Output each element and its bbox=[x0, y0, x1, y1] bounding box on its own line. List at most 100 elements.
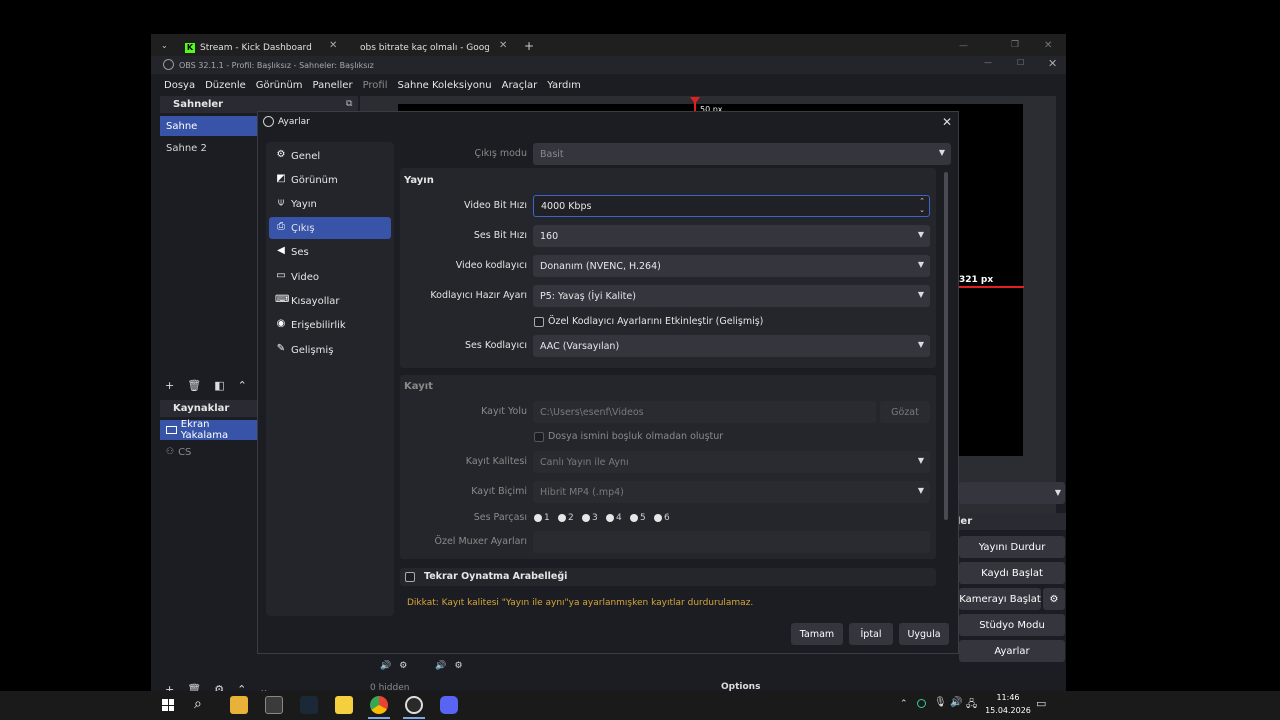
steam-icon[interactable] bbox=[300, 696, 318, 714]
recording-format-select[interactable]: Hibrit MP4 (.mp4) ▼ bbox=[533, 481, 930, 503]
track-label: 3 bbox=[592, 513, 598, 523]
ok-button[interactable]: Tamam bbox=[791, 623, 843, 645]
encoder-preset-select[interactable]: P5: Yavaş (İyi Kalite) ▼ bbox=[533, 285, 930, 307]
studio-mode-button[interactable]: Stüdyo Modu bbox=[959, 614, 1065, 636]
settings-scrollbar[interactable] bbox=[944, 172, 948, 520]
volume-icon[interactable]: 🔊 bbox=[950, 697, 962, 708]
nav-cikis[interactable]: ⎙ Çıkış bbox=[269, 217, 391, 239]
custom-encoder-checkbox[interactable] bbox=[534, 317, 544, 327]
volume-icon[interactable]: 🔊 bbox=[435, 661, 446, 671]
minimize-icon[interactable]: — bbox=[984, 58, 992, 67]
muxer-settings-label: Özel Muxer Ayarları bbox=[434, 536, 528, 547]
menu-gorunum[interactable]: Görünüm bbox=[256, 80, 303, 91]
nav-erisebilirlik[interactable]: ◉ Erişebilirlik bbox=[269, 314, 391, 336]
obs-taskbar-icon[interactable] bbox=[405, 696, 423, 714]
nav-gelismis[interactable]: ✎ Gelişmiş bbox=[269, 339, 391, 361]
file-explorer-icon[interactable] bbox=[230, 696, 248, 714]
clock-time[interactable]: 11:46 bbox=[988, 693, 1028, 702]
spin-arrows-icon[interactable]: ⌃ ⌄ bbox=[919, 197, 925, 215]
apply-button[interactable]: Uygula bbox=[899, 623, 949, 645]
audio-track-3-radio[interactable]: 3 bbox=[582, 513, 598, 523]
settings-button[interactable]: Ayarlar bbox=[959, 640, 1065, 662]
network-icon[interactable]: 🖧 bbox=[966, 697, 977, 714]
gear-icon[interactable]: ⚙ bbox=[455, 661, 463, 671]
video-encoder-select[interactable]: Donanım (NVENC, H.264) ▼ bbox=[533, 255, 930, 277]
menu-duzenle[interactable]: Düzenle bbox=[205, 80, 246, 91]
audio-track-6-radio[interactable]: 6 bbox=[654, 513, 670, 523]
muxer-settings-input[interactable] bbox=[533, 531, 930, 553]
audio-mixer-strip: 🔊 ⚙ 🔊 ⚙ bbox=[360, 656, 780, 676]
tab-list-chevron-icon[interactable]: ⌄ bbox=[161, 41, 168, 50]
notification-icon[interactable]: ▭ bbox=[1036, 697, 1046, 710]
tray-chevron-up-icon[interactable]: ⌃ bbox=[900, 699, 908, 709]
video-encoder-value: Donanım (NVENC, H.264) bbox=[540, 260, 661, 272]
scene-item-sahne-2[interactable]: Sahne 2 bbox=[160, 138, 258, 158]
recording-path-input[interactable]: C:\Users\esenf\Videos bbox=[533, 401, 876, 423]
recording-quality-select[interactable]: Canlı Yayın ile Aynı ▼ bbox=[533, 451, 930, 473]
windows-start-icon[interactable] bbox=[162, 699, 174, 711]
trash-icon[interactable]: 🗑 bbox=[187, 379, 201, 392]
no-space-filename-checkbox[interactable] bbox=[534, 432, 544, 442]
close-tab-icon[interactable]: ✕ bbox=[329, 40, 337, 51]
transition-select[interactable]: ▼ bbox=[959, 482, 1065, 504]
close-tab-icon[interactable]: ✕ bbox=[499, 40, 507, 51]
nav-ses[interactable]: ◀ Ses bbox=[269, 241, 391, 263]
source-item-ekran-yakalama[interactable]: Ekran Yakalama bbox=[160, 419, 258, 441]
replay-buffer-checkbox[interactable] bbox=[405, 572, 415, 582]
close-dialog-icon[interactable]: ✕ bbox=[942, 115, 952, 129]
menu-profil[interactable]: Profil bbox=[363, 80, 388, 91]
audio-bitrate-select[interactable]: 160 ▼ bbox=[533, 225, 930, 247]
chrome-icon[interactable] bbox=[370, 696, 388, 714]
nav-genel[interactable]: ⚙ Genel bbox=[269, 145, 391, 167]
menu-yardim[interactable]: Yardım bbox=[547, 80, 581, 91]
discord-icon[interactable] bbox=[440, 696, 458, 714]
browser-tab-kick[interactable]: K Stream - Kick Dashboard bbox=[185, 39, 333, 56]
nav-label: Yayın bbox=[291, 198, 317, 210]
browse-button[interactable]: Gözat bbox=[880, 401, 930, 423]
volume-icon[interactable]: 🔊 bbox=[380, 661, 391, 671]
obs-logo-icon bbox=[263, 116, 274, 127]
menu-sahne-koleksiyonu[interactable]: Sahne Koleksiyonu bbox=[398, 80, 492, 91]
maximize-icon[interactable]: ☐ bbox=[1017, 58, 1024, 67]
stop-streaming-button[interactable]: Yayını Durdur bbox=[959, 536, 1065, 558]
cancel-button[interactable]: İptal bbox=[849, 623, 893, 645]
restore-icon[interactable]: ❐ bbox=[1011, 40, 1019, 50]
start-virtual-camera-button[interactable]: Kamerayı Başlat bbox=[959, 588, 1041, 610]
nav-kisayollar[interactable]: ⌨ Kısayollar bbox=[269, 290, 391, 312]
browser-tab-google[interactable]: obs bitrate kaç olmalı - Google bbox=[355, 39, 489, 56]
output-mode-select[interactable]: Basit ▼ bbox=[533, 143, 951, 165]
audio-track-2-radio[interactable]: 2 bbox=[558, 513, 574, 523]
store-icon[interactable] bbox=[265, 696, 283, 714]
source-item-cs[interactable]: ⚇ CS bbox=[160, 442, 258, 462]
minimize-icon[interactable]: — bbox=[959, 41, 968, 51]
audio-encoder-select[interactable]: AAC (Varsayılan) ▼ bbox=[533, 335, 930, 357]
audio-track-4-radio[interactable]: 4 bbox=[606, 513, 622, 523]
menu-paneller[interactable]: Paneller bbox=[313, 80, 353, 91]
virtual-camera-gear-icon[interactable]: ⚙ bbox=[1043, 588, 1065, 610]
close-window-icon[interactable]: ✕ bbox=[1048, 57, 1057, 70]
add-icon[interactable]: + bbox=[165, 379, 174, 392]
menu-dosya[interactable]: Dosya bbox=[164, 80, 195, 91]
nav-yayin[interactable]: ⍦ Yayın bbox=[269, 193, 391, 215]
filter-icon[interactable]: ◧ bbox=[214, 379, 224, 392]
microphone-icon[interactable]: 🎙 bbox=[934, 697, 947, 708]
move-up-icon[interactable]: ⌃ bbox=[238, 379, 247, 392]
start-recording-button[interactable]: Kaydı Başlat bbox=[959, 562, 1065, 584]
close-window-icon[interactable]: ✕ bbox=[1044, 40, 1052, 51]
new-tab-button[interactable]: + bbox=[524, 39, 534, 53]
video-bitrate-spinbox[interactable]: 4000 Kbps ⌃ ⌄ bbox=[533, 195, 930, 217]
tray-app-icon[interactable] bbox=[917, 699, 926, 708]
undock-icon[interactable]: ⧉ bbox=[346, 99, 352, 109]
audio-track-5-radio[interactable]: 5 bbox=[630, 513, 646, 523]
nav-gorunum[interactable]: ◩ Görünüm bbox=[269, 169, 391, 191]
app-icon[interactable] bbox=[335, 696, 353, 714]
clock-date[interactable]: 15.04.2026 bbox=[983, 706, 1033, 715]
scene-item-sahne[interactable]: Sahne bbox=[160, 116, 258, 136]
audio-track-1-radio[interactable]: 1 bbox=[534, 513, 550, 523]
antenna-icon: ⍦ bbox=[278, 197, 284, 208]
speaker-icon: ◀ bbox=[277, 245, 285, 256]
menu-araclar[interactable]: Araçlar bbox=[502, 80, 538, 91]
gear-icon[interactable]: ⚙ bbox=[399, 661, 407, 671]
nav-video[interactable]: ▭ Video bbox=[269, 266, 391, 288]
search-icon[interactable]: ⌕ bbox=[194, 696, 202, 712]
